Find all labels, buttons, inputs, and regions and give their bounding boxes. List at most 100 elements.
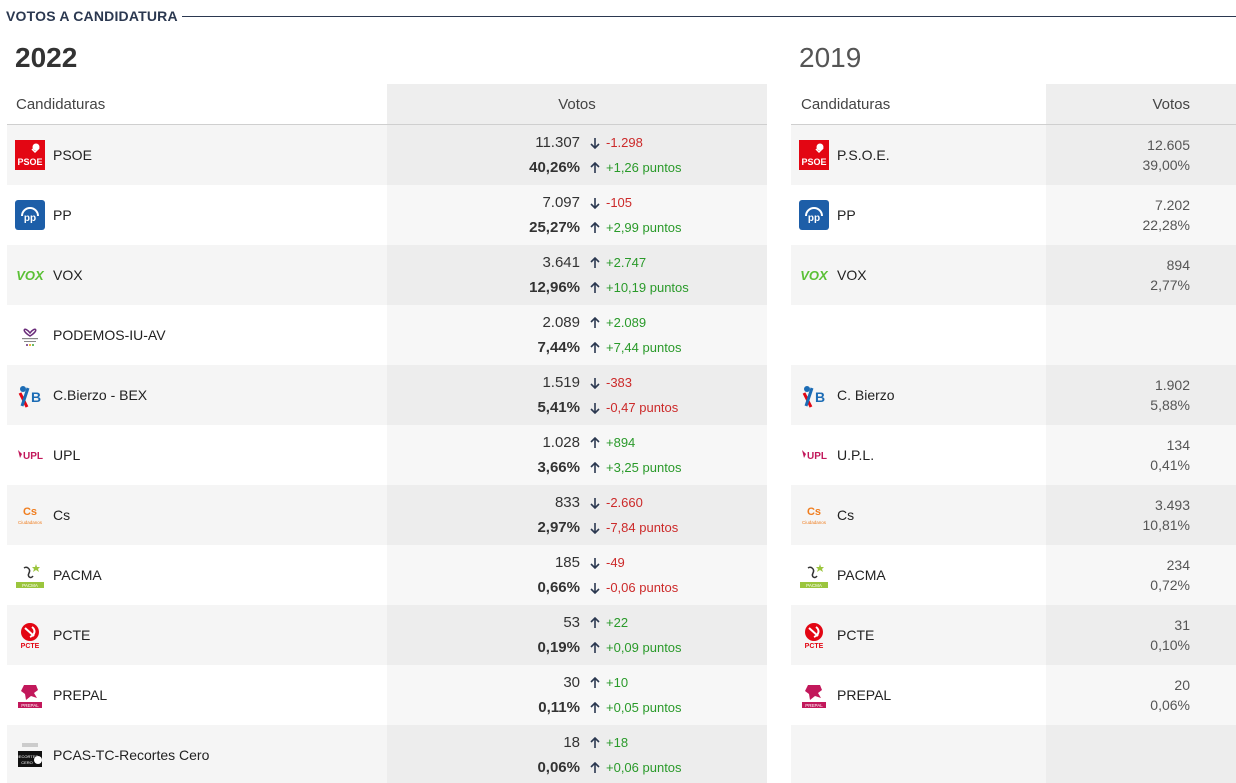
percent-line: 7,44% +7,44 puntos — [387, 335, 767, 360]
votes-cell: 1.519 -383 5,41% -0,47 puntos — [387, 365, 767, 425]
table-row: PODEMOS-IU-AV 2.089 +2.089 7,44% +7,44 punto… — [7, 305, 767, 365]
table-row: PSOE PSOE 11.307 -1.298 40,26% +1,26 puntos — [7, 125, 767, 185]
svg-text:Cs: Cs — [23, 506, 37, 518]
votes-lines: 2.089 +2.089 7,44% +7,44 puntos — [387, 305, 767, 365]
votes-diff: +2.089 — [606, 315, 647, 330]
percent-diff: -0,06 puntos — [606, 580, 679, 595]
percent-line: 0,66% -0,06 puntos — [387, 575, 767, 600]
table-row: Cs Ciudadanos Cs 3.493 10,81% — [791, 485, 1236, 545]
votes-percent: 5,88% — [1150, 397, 1190, 413]
votes-percent: 22,28% — [1142, 217, 1190, 233]
votes-line: 1.028 +894 — [387, 430, 767, 455]
percent-line: 0,06% +0,06 puntos — [387, 755, 767, 780]
table-row: pp PP 7.202 22,28% — [791, 185, 1236, 245]
vox-logo-icon: VOX — [799, 260, 829, 290]
percent-line: 0,11% +0,05 puntos — [387, 695, 767, 720]
arrow-up-icon — [588, 341, 602, 354]
votes-lines: 234 0,72% — [1046, 545, 1236, 605]
candidate-name: PP — [53, 207, 72, 223]
percent-diff: +0,06 puntos — [606, 760, 682, 775]
votes-count: 30 — [563, 674, 580, 691]
votes-lines: 1.902 5,88% — [1046, 365, 1236, 425]
candidate-name: PODEMOS-IU-AV — [53, 327, 166, 343]
column-header-votos: Votos — [1046, 84, 1236, 124]
votes-line: 3.641 +2.747 — [387, 250, 767, 275]
percent-diff: +10,19 puntos — [606, 280, 689, 295]
votes-diff: -49 — [606, 555, 625, 570]
votes-count: 1.902 — [1154, 377, 1190, 393]
votes-cell: 53 +22 0,19% +0,09 puntos — [387, 605, 767, 665]
votes-percent: 7,44% — [537, 339, 580, 356]
votes-lines: 31 0,10% — [1046, 605, 1236, 665]
pacma-logo-icon: PACMA — [799, 560, 829, 590]
votes-cell: 7.202 22,28% — [1046, 185, 1236, 245]
votes-cell: 3.493 10,81% — [1046, 485, 1236, 545]
votes-lines: 7.202 22,28% — [1046, 185, 1236, 245]
arrow-up-icon — [588, 256, 602, 269]
votes-line: 1.519 -383 — [387, 370, 767, 395]
year-current-title: 2022 — [15, 42, 78, 73]
votes-count: 894 — [1166, 257, 1190, 273]
votes-count: 7.202 — [1154, 197, 1190, 213]
svg-text:Cs: Cs — [807, 506, 821, 518]
votes-cell: 134 0,41% — [1046, 425, 1236, 485]
table-row: Cs Ciudadanos Cs 833 -2.660 2,97% -7,84 puntos — [7, 485, 767, 545]
arrow-up-icon — [588, 436, 602, 449]
votes-cell — [1046, 725, 1236, 783]
psoe-logo-icon: PSOE — [799, 140, 829, 170]
cs-logo-icon: Cs Ciudadanos — [15, 500, 45, 530]
column-header-votos: Votos — [387, 84, 767, 124]
prepal-logo-icon: PREPAL — [15, 680, 45, 710]
candidate-cell: PACMA PACMA — [7, 545, 387, 605]
candidate-cell: PACMA PACMA — [791, 545, 1046, 605]
votes-lines — [1046, 305, 1236, 365]
arrow-up-icon — [588, 761, 602, 774]
votes-percent: 0,66% — [537, 579, 580, 596]
votes-percent: 0,72% — [1150, 577, 1190, 593]
arrow-down-icon — [588, 197, 602, 209]
candidate-cell: PODEMOS-IU-AV — [7, 305, 387, 365]
candidate-name: Cs — [53, 507, 71, 523]
candidate-cell: Cs Ciudadanos Cs — [791, 485, 1046, 545]
table-row: UPL U.P.L. 134 0,41% — [791, 425, 1236, 485]
candidate-cell: PSOE P.S.O.E. — [791, 125, 1046, 185]
votes-count: 234 — [1166, 557, 1190, 573]
votes-cell: 30 +10 0,11% +0,05 puntos — [387, 665, 767, 725]
percent-diff: +0,09 puntos — [606, 640, 682, 655]
votes-line: 18 +18 — [387, 730, 767, 755]
votes-cell: 20 0,06% — [1046, 665, 1236, 725]
percent-line: 40,26% +1,26 puntos — [387, 155, 767, 180]
percent-diff: +2,99 puntos — [606, 220, 682, 235]
votes-count: 53 — [563, 614, 580, 631]
arrow-down-icon — [588, 557, 602, 569]
arrow-up-icon — [588, 641, 602, 654]
votes-cell: 833 -2.660 2,97% -7,84 puntos — [387, 485, 767, 545]
candidate-cell: VOX VOX — [791, 245, 1046, 305]
votes-count: 11.307 — [535, 134, 580, 151]
percent-diff: +3,25 puntos — [606, 460, 682, 475]
votes-lines: 12.605 39,00% — [1046, 125, 1236, 185]
candidate-cell: B C. Bierzo — [791, 365, 1046, 425]
votes-lines: 7.097 -105 25,27% +2,99 puntos — [387, 185, 767, 245]
votes-lines: 894 2,77% — [1046, 245, 1236, 305]
candidate-cell: UPL UPL — [7, 425, 387, 485]
arrow-down-icon — [588, 582, 602, 594]
votes-percent: 39,00% — [1142, 157, 1190, 173]
candidate-name: PACMA — [53, 567, 102, 583]
results-table-2019: Candidaturas Votos PSOE P.S.O.E. 12.605 39,… — [791, 84, 1236, 783]
votes-line: 53 +22 — [387, 610, 767, 635]
candidate-cell: VOX VOX — [7, 245, 387, 305]
candidate-cell: UPL U.P.L. — [791, 425, 1046, 485]
candidate-cell: pp PP — [7, 185, 387, 245]
votes-percent: 3,66% — [537, 459, 580, 476]
candidate-cell: pp PP — [791, 185, 1046, 245]
votes-percent: 10,81% — [1142, 517, 1190, 533]
section-divider — [181, 16, 1236, 17]
svg-text:B: B — [815, 389, 825, 405]
svg-text:PACMA: PACMA — [22, 583, 38, 588]
votes-lines: 833 -2.660 2,97% -7,84 puntos — [387, 485, 767, 545]
table-row: VOX VOX 894 2,77% — [791, 245, 1236, 305]
votes-cell: 31 0,10% — [1046, 605, 1236, 665]
svg-text:PACMA: PACMA — [806, 583, 822, 588]
votes-count: 3.641 — [542, 254, 580, 271]
